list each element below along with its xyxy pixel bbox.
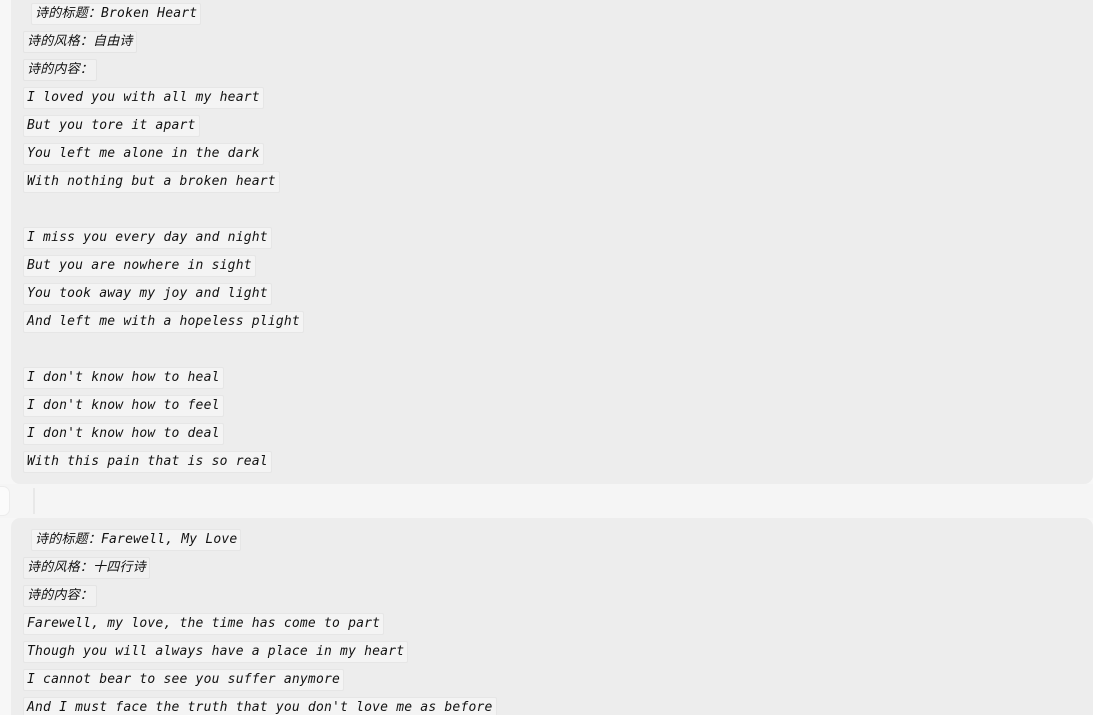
app-root: 诗的标题：Broken Heart 诗的风格：自由诗 诗的内容： I loved yo… bbox=[0, 0, 1093, 715]
poem-verse-line: I cannot bear to see you suffer anymore bbox=[11, 664, 1093, 692]
poem-verse-line: You left me alone in the dark bbox=[11, 138, 1093, 166]
poem-verse-line: I miss you every day and night bbox=[11, 222, 1093, 250]
poem-meta-line: 诗的内容： bbox=[11, 580, 1093, 608]
poem-verse-line: With nothing but a broken heart bbox=[11, 166, 1093, 194]
poem-line-text: 诗的风格：自由诗 bbox=[23, 31, 137, 53]
poem-line-text: You left me alone in the dark bbox=[23, 143, 264, 165]
poem-blank-line bbox=[11, 334, 1093, 362]
poem-line-text: Though you will always have a place in m… bbox=[23, 641, 409, 663]
poem-line-text: 诗的标题：Broken Heart bbox=[31, 3, 202, 25]
poem-verse-line: I don't know how to deal bbox=[11, 418, 1093, 446]
poem-line-text: 诗的风格：十四行诗 bbox=[23, 557, 150, 579]
poem-verse-line: I loved you with all my heart bbox=[11, 82, 1093, 110]
poem-line-text: I loved you with all my heart bbox=[23, 87, 264, 109]
poem-line-text: You took away my joy and light bbox=[23, 283, 272, 305]
poem-meta-line: 诗的风格：十四行诗 bbox=[11, 552, 1093, 580]
poem-line-text: I don't know how to heal bbox=[23, 367, 224, 389]
poem-line-text: I don't know how to feel bbox=[23, 395, 224, 417]
poem-title-line: 诗的标题：Broken Heart bbox=[11, 0, 1093, 26]
poem-verse-line: I don't know how to heal bbox=[11, 362, 1093, 390]
poem-line-text: But you tore it apart bbox=[23, 115, 200, 137]
poem-line-text: And left me with a hopeless plight bbox=[23, 311, 304, 333]
text-caret bbox=[33, 488, 35, 514]
poem-line-text: I don't know how to deal bbox=[23, 423, 224, 445]
avatar bbox=[0, 486, 10, 516]
poem-verse-line: With this pain that is so real bbox=[11, 446, 1093, 474]
poem-verse-line: But you tore it apart bbox=[11, 110, 1093, 138]
poem-line-text: 诗的内容： bbox=[23, 585, 98, 607]
poem-line-text: Farewell, my love, the time has come to … bbox=[23, 613, 385, 635]
message-separator bbox=[0, 484, 1093, 518]
poem-verse-line: But you are nowhere in sight bbox=[11, 250, 1093, 278]
poem-verse-line: And I must face the truth that you don't… bbox=[11, 692, 1093, 715]
poem-blank-line bbox=[11, 194, 1093, 222]
poem-meta-line: 诗的内容： bbox=[11, 54, 1093, 82]
poem-verse-line: Farewell, my love, the time has come to … bbox=[11, 608, 1093, 636]
poem-title-line: 诗的标题：Farewell, My Love bbox=[11, 524, 1093, 552]
poem-line-text: But you are nowhere in sight bbox=[23, 255, 256, 277]
poem-line-text: With this pain that is so real bbox=[23, 451, 272, 473]
poem-line-text: With nothing but a broken heart bbox=[23, 171, 280, 193]
poem-line-text: I miss you every day and night bbox=[23, 227, 272, 249]
conversation-scroll-area[interactable]: 诗的标题：Broken Heart 诗的风格：自由诗 诗的内容： I loved yo… bbox=[0, 0, 1093, 715]
poem-line-text: 诗的内容： bbox=[23, 59, 98, 81]
message-block[interactable]: 诗的标题：Farewell, My Love 诗的风格：十四行诗 诗的内容： Fare… bbox=[11, 518, 1093, 715]
poem-line-text: I cannot bear to see you suffer anymore bbox=[23, 669, 345, 691]
poem-verse-line: I don't know how to feel bbox=[11, 390, 1093, 418]
poem-verse-line: And left me with a hopeless plight bbox=[11, 306, 1093, 334]
message-list: 诗的标题：Broken Heart 诗的风格：自由诗 诗的内容： I loved yo… bbox=[0, 0, 1093, 715]
poem-line-text: 诗的标题：Farewell, My Love bbox=[31, 529, 242, 551]
poem-verse-line: Though you will always have a place in m… bbox=[11, 636, 1093, 664]
poem-meta-line: 诗的风格：自由诗 bbox=[11, 26, 1093, 54]
poem-verse-line: You took away my joy and light bbox=[11, 278, 1093, 306]
message-block[interactable]: 诗的标题：Broken Heart 诗的风格：自由诗 诗的内容： I loved yo… bbox=[11, 0, 1093, 484]
poem-line-text: And I must face the truth that you don't… bbox=[23, 697, 497, 715]
